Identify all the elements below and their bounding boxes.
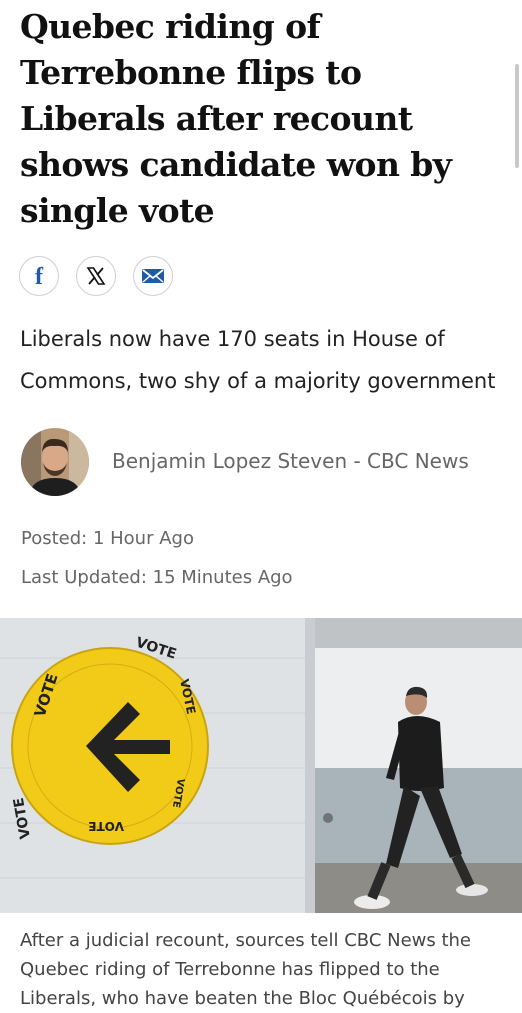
email-share-button[interactable] [133, 256, 173, 296]
x-share-button[interactable] [76, 256, 116, 296]
subheadline: Liberals now have 170 seats in House of … [20, 327, 496, 393]
svg-text:VOTE: VOTE [88, 819, 124, 833]
posted-time: Posted: 1 Hour Ago [21, 528, 194, 549]
article-photo: VOTE VOTE VOTE VOTE VOTE VOTE [0, 618, 522, 913]
headline: Quebec riding of Terrebonne flips to Lib… [20, 7, 452, 230]
author-avatar[interactable] [21, 428, 89, 496]
updated-time: Last Updated: 15 Minutes Ago [21, 567, 293, 588]
x-icon [86, 267, 106, 285]
facebook-icon: f [35, 264, 44, 288]
facebook-share-button[interactable]: f [19, 256, 59, 296]
scrollbar[interactable] [515, 64, 519, 168]
author-byline[interactable]: Benjamin Lopez Steven - CBC News [112, 449, 469, 473]
facebook-glyph: f [35, 264, 44, 288]
email-icon [142, 269, 164, 283]
